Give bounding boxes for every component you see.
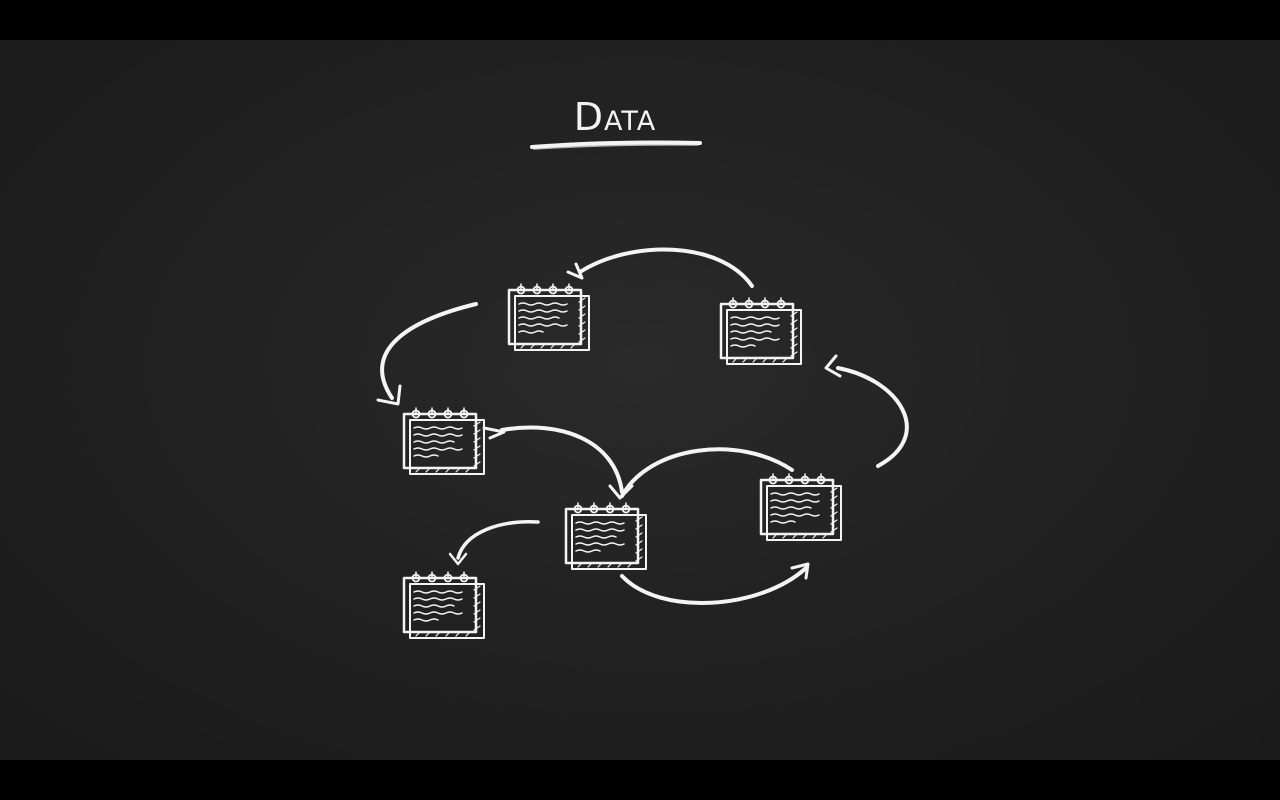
arrow-doc5-to-doc2 — [824, 354, 909, 468]
notepad-icon — [402, 406, 486, 476]
letterbox-bottom — [0, 760, 1280, 800]
arrow-doc3-to-doc4 — [482, 425, 634, 500]
notepad-icon — [564, 501, 648, 571]
arrow-doc4-to-doc6 — [448, 520, 540, 566]
notepad-icon — [402, 570, 486, 640]
chalkboard-slide: Data — [0, 40, 1280, 760]
notepad-icon — [759, 472, 843, 542]
data-flow-diagram — [376, 247, 909, 640]
notepad-icon — [719, 296, 803, 366]
arrow-doc1-to-doc3 — [376, 302, 478, 406]
arrow-doc4-to-doc5 — [620, 562, 810, 605]
letterbox-top — [0, 0, 1280, 40]
arrow-doc2-to-doc1 — [566, 247, 754, 288]
notepad-icon — [507, 282, 591, 352]
